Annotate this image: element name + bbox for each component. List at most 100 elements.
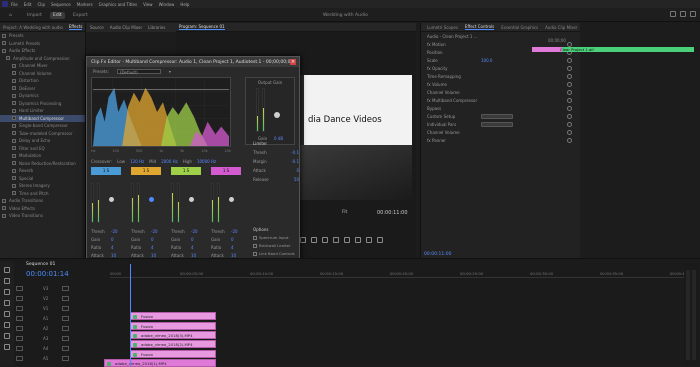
timeline-clip[interactable]: Fusion bbox=[130, 350, 216, 358]
threshold-knob[interactable] bbox=[109, 197, 114, 202]
timeline-clip[interactable]: adobe_vimeo_2018(3).MP4 bbox=[130, 331, 216, 339]
crossover-mid-value[interactable]: 2000 Hz bbox=[161, 159, 178, 164]
mark-out-icon[interactable] bbox=[311, 237, 317, 243]
threshold-knob[interactable] bbox=[149, 197, 154, 202]
track-select-tool-icon[interactable] bbox=[4, 278, 10, 284]
effect-row[interactable]: Scale 100.0 bbox=[421, 56, 580, 64]
threshold-knob[interactable] bbox=[229, 197, 234, 202]
tab-source[interactable]: Source bbox=[90, 25, 104, 30]
track-header[interactable]: V1 bbox=[16, 304, 70, 313]
option-brickwall-limiter[interactable]: Brickwall Limiter bbox=[253, 243, 299, 248]
track-header[interactable]: A1 bbox=[16, 314, 70, 323]
lock-icon[interactable] bbox=[16, 346, 23, 351]
tab-audio-clip-mixer-2[interactable]: Audio Clip Mixer bbox=[545, 25, 577, 30]
menu-help[interactable]: Help bbox=[180, 2, 189, 7]
edit-button[interactable] bbox=[481, 121, 513, 127]
effects-item[interactable]: Presets bbox=[0, 32, 85, 40]
track-header[interactable]: V2 bbox=[16, 294, 70, 303]
effects-item[interactable]: Stereo Imagery bbox=[0, 182, 85, 190]
effects-item[interactable]: Channel Mixer bbox=[0, 62, 85, 70]
band-select-3[interactable]: 1 S bbox=[171, 167, 201, 175]
eye-icon[interactable] bbox=[62, 296, 70, 301]
limiter-release-value[interactable]: 50 bbox=[294, 177, 299, 182]
track-header[interactable]: A5 bbox=[16, 354, 70, 363]
band-param-value[interactable]: 4 bbox=[231, 245, 234, 250]
limiter-margin-value[interactable]: -0.1 bbox=[291, 159, 299, 164]
reset-icon[interactable] bbox=[567, 89, 572, 95]
tab-effects[interactable]: Effects bbox=[68, 24, 83, 30]
menu-sequence[interactable]: Sequence bbox=[51, 2, 71, 7]
effect-row[interactable]: fx Multiband Compressor bbox=[421, 96, 580, 104]
export-frame-icon[interactable] bbox=[377, 237, 383, 243]
effects-item[interactable]: Tube-modeled Compressor bbox=[0, 130, 85, 138]
workspace-import[interactable]: Import bbox=[24, 12, 45, 19]
effects-item[interactable]: Special bbox=[0, 175, 85, 183]
reset-icon[interactable] bbox=[567, 65, 572, 71]
limiter-attack-value[interactable]: 0 bbox=[296, 168, 299, 173]
mark-in-icon[interactable] bbox=[300, 237, 306, 243]
track-header[interactable]: V3 bbox=[16, 284, 70, 293]
effect-row[interactable]: fx Volume bbox=[421, 80, 580, 88]
close-icon[interactable]: × bbox=[290, 59, 296, 65]
extract-icon[interactable] bbox=[366, 237, 372, 243]
lock-icon[interactable] bbox=[16, 356, 23, 361]
effect-row[interactable]: Bypass bbox=[421, 104, 580, 112]
slip-tool-icon[interactable] bbox=[4, 311, 10, 317]
reset-icon[interactable] bbox=[567, 97, 572, 103]
menu-markers[interactable]: Markers bbox=[77, 2, 93, 7]
eye-icon[interactable] bbox=[62, 356, 70, 361]
type-tool-icon[interactable] bbox=[4, 344, 10, 350]
lock-icon[interactable] bbox=[16, 326, 23, 331]
step-forward-icon[interactable] bbox=[344, 237, 350, 243]
lift-icon[interactable] bbox=[355, 237, 361, 243]
threshold-knob[interactable] bbox=[189, 197, 194, 202]
eye-icon[interactable] bbox=[62, 346, 70, 351]
menu-file[interactable]: File bbox=[11, 2, 18, 7]
crossover-low-value[interactable]: 120 Hz bbox=[130, 159, 144, 164]
hand-tool-icon[interactable] bbox=[4, 333, 10, 339]
option-link-band-controls[interactable]: Link Band Controls bbox=[253, 251, 299, 256]
fullscreen-icon[interactable] bbox=[680, 11, 686, 17]
band-param-value[interactable]: 4 bbox=[151, 245, 154, 250]
band-param-value[interactable]: 0 bbox=[231, 237, 234, 242]
effects-item[interactable]: Time and Pitch bbox=[0, 190, 85, 198]
effect-row[interactable]: fx Opacity bbox=[421, 64, 580, 72]
menu-window[interactable]: Window bbox=[159, 2, 175, 7]
eye-icon[interactable] bbox=[62, 306, 70, 311]
effects-item[interactable]: Filter and EQ bbox=[0, 145, 85, 153]
band-param-value[interactable]: -20 bbox=[111, 229, 118, 234]
effects-item[interactable]: Amplitude and Compression bbox=[0, 55, 85, 63]
eye-icon[interactable] bbox=[62, 286, 70, 291]
share-icon[interactable] bbox=[670, 11, 676, 17]
effects-item[interactable]: Delay and Echo bbox=[0, 137, 85, 145]
band-param-value[interactable]: 0 bbox=[111, 237, 114, 242]
limiter-threshold-value[interactable]: -0.1 bbox=[291, 150, 299, 155]
tab-lumetri-scopes[interactable]: Lumetri Scopes bbox=[427, 25, 458, 30]
tab-essential-graphics[interactable]: Essential Graphics bbox=[501, 25, 538, 30]
effect-row[interactable]: Custom Setup bbox=[421, 112, 580, 120]
band-param-value[interactable]: -20 bbox=[231, 229, 238, 234]
band-select-1[interactable]: 1 S bbox=[91, 167, 121, 175]
lock-icon[interactable] bbox=[16, 306, 23, 311]
effects-item[interactable]: Video Transitions bbox=[0, 212, 85, 220]
pen-tool-icon[interactable] bbox=[4, 322, 10, 328]
tab-effect-controls[interactable]: Effect Controls bbox=[464, 24, 495, 30]
timeline-clip[interactable]: adobe_vimeo_2018(2).MP4 bbox=[130, 340, 216, 348]
effects-item[interactable]: Hard Limiter bbox=[0, 107, 85, 115]
band-select-4[interactable]: 1 S bbox=[211, 167, 241, 175]
tab-project[interactable]: Project: A Wedding with audio bbox=[3, 25, 63, 30]
reset-icon[interactable] bbox=[567, 113, 572, 119]
menu-graphics[interactable]: Graphics and Titles bbox=[99, 2, 137, 7]
workspace-edit[interactable]: Edit bbox=[50, 12, 65, 19]
lock-icon[interactable] bbox=[16, 286, 23, 291]
play-icon[interactable] bbox=[333, 237, 339, 243]
effects-item[interactable]: Lumetri Presets bbox=[0, 40, 85, 48]
effect-row[interactable]: Channel Volume bbox=[421, 128, 580, 136]
band-param-value[interactable]: -20 bbox=[151, 229, 158, 234]
effects-item[interactable]: Noise Reduction/Restoration bbox=[0, 160, 85, 168]
menu-clip[interactable]: Clip bbox=[37, 2, 45, 7]
band-param-value[interactable]: 0 bbox=[191, 237, 194, 242]
band-param-value[interactable]: 4 bbox=[111, 245, 114, 250]
reset-icon[interactable] bbox=[567, 137, 572, 143]
band-param-value[interactable]: 4 bbox=[191, 245, 194, 250]
